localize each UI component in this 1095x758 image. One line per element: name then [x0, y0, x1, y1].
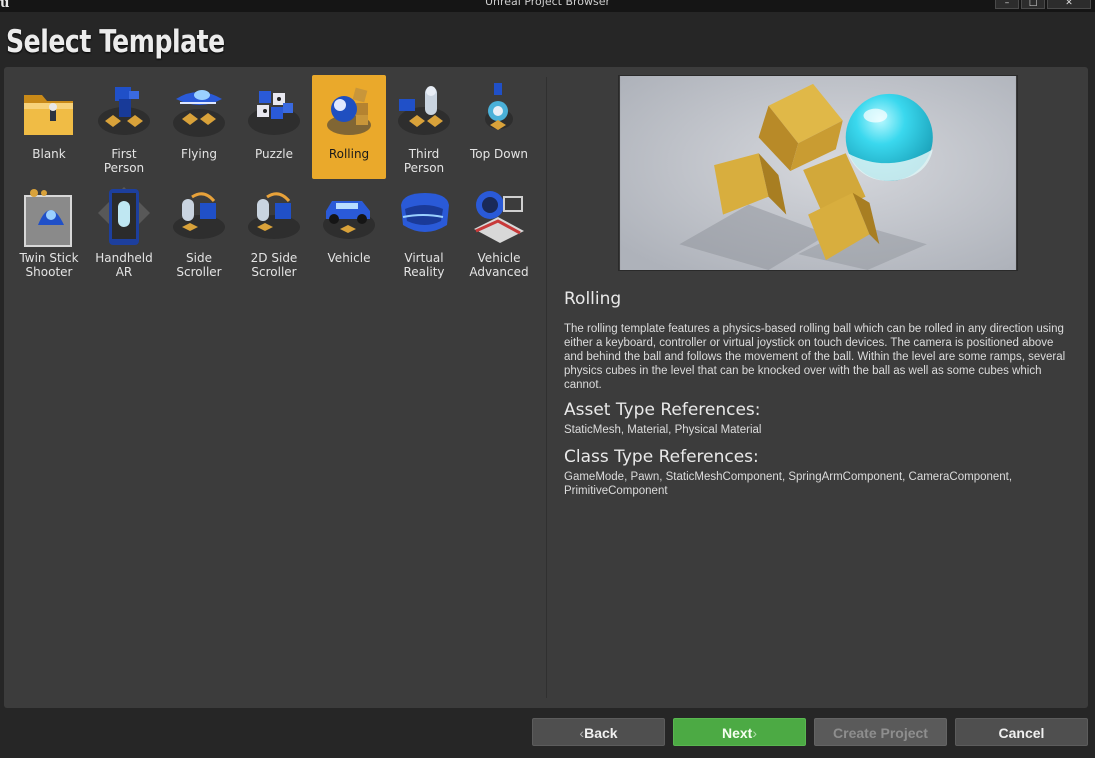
third-person-icon — [398, 86, 450, 135]
template-label: Twin Stick Shooter — [19, 251, 79, 279]
template-label: Handheld AR — [95, 251, 153, 279]
template-tile-blank[interactable]: Blank — [12, 75, 86, 179]
template-label: Top Down — [469, 147, 529, 161]
rolling-icon — [327, 87, 371, 135]
template-details: Rolling The rolling template features a … — [564, 289, 1074, 498]
template-label: Vehicle Advanced — [469, 251, 529, 279]
class-type-heading: Class Type References: — [564, 447, 759, 467]
template-tile-2d-side-scroller[interactable]: 2D Side Scroller — [237, 179, 311, 283]
puzzle-icon — [248, 91, 300, 135]
side-scroller-icon — [173, 192, 225, 239]
template-tile-flying[interactable]: Flying — [162, 75, 236, 179]
back-label: Back — [584, 725, 618, 741]
next-label: Next — [721, 725, 753, 741]
vr-headset-icon — [401, 193, 449, 232]
template-tile-side-scroller[interactable]: Side Scroller — [162, 179, 236, 283]
template-name: Rolling — [564, 289, 622, 309]
handheld-ar-icon — [98, 187, 150, 245]
template-tile-third-person[interactable]: Third Person — [387, 75, 461, 179]
create-project-label: Create Project — [833, 725, 928, 741]
2d-side-scroller-icon — [248, 192, 300, 239]
template-label: Vehicle — [327, 251, 371, 265]
template-label: Rolling — [328, 147, 370, 161]
template-tile-first-person[interactable]: First Person — [87, 75, 161, 179]
asset-type-references: StaticMesh, Material, Physical Material — [564, 424, 762, 436]
template-tile-puzzle[interactable]: Puzzle — [237, 75, 311, 179]
chevron-left-icon: ‹ — [579, 725, 585, 741]
asset-type-heading: Asset Type References: — [564, 400, 761, 420]
template-tile-virtual-reality[interactable]: Virtual Reality — [387, 179, 461, 283]
flying-icon — [173, 90, 225, 137]
panel-divider — [546, 77, 547, 698]
class-type-references: GameMode, Pawn, StaticMeshComponent, Spr… — [564, 471, 1013, 497]
minimize-button[interactable]: – — [995, 0, 1019, 9]
template-label: Blank — [32, 147, 66, 161]
template-panel: Blank First Person Flying Puzzle Rolling… — [4, 67, 1088, 708]
template-label: Flying — [181, 147, 217, 161]
template-label: Side Scroller — [176, 251, 222, 279]
first-person-icon — [98, 87, 150, 135]
cancel-label: Cancel — [998, 725, 1045, 741]
template-label: Puzzle — [255, 147, 293, 161]
next-button[interactable]: Next› — [673, 718, 806, 746]
page-title: Select Template — [6, 24, 225, 60]
create-project-button[interactable]: Create Project — [814, 718, 947, 746]
vehicle-advanced-icon — [474, 191, 524, 243]
window-controls: – □ ✕ — [995, 0, 1091, 9]
vehicle-icon — [323, 201, 375, 239]
folder-icon — [24, 95, 73, 135]
twin-stick-icon — [24, 189, 72, 247]
template-tile-handheld-ar[interactable]: Handheld AR — [87, 179, 161, 283]
window-titlebar[interactable]: u Unreal Project Browser – □ ✕ — [0, 0, 1095, 12]
back-button[interactable]: ‹Back — [532, 718, 665, 746]
template-label: Virtual Reality — [403, 251, 445, 279]
template-label: Third Person — [403, 147, 445, 175]
chevron-right-icon: › — [752, 725, 758, 741]
cancel-button[interactable]: Cancel — [955, 718, 1088, 746]
window-title: Unreal Project Browser — [484, 0, 611, 8]
template-label: First Person — [103, 147, 145, 175]
maximize-button[interactable]: □ — [1021, 0, 1045, 9]
template-tile-top-down[interactable]: Top Down — [462, 75, 536, 179]
template-tile-vehicle[interactable]: Vehicle — [312, 179, 386, 283]
template-tile-vehicle-advanced[interactable]: Vehicle Advanced — [462, 179, 536, 283]
template-description: The rolling template features a physics-… — [564, 323, 1066, 391]
close-window-button[interactable]: ✕ — [1047, 0, 1091, 9]
template-preview-image — [618, 75, 1018, 271]
template-label: 2D Side Scroller — [250, 251, 298, 279]
template-tile-rolling[interactable]: Rolling — [312, 75, 386, 179]
template-tile-twin-stick-shooter[interactable]: Twin Stick Shooter — [12, 179, 86, 283]
top-down-icon — [485, 83, 513, 130]
